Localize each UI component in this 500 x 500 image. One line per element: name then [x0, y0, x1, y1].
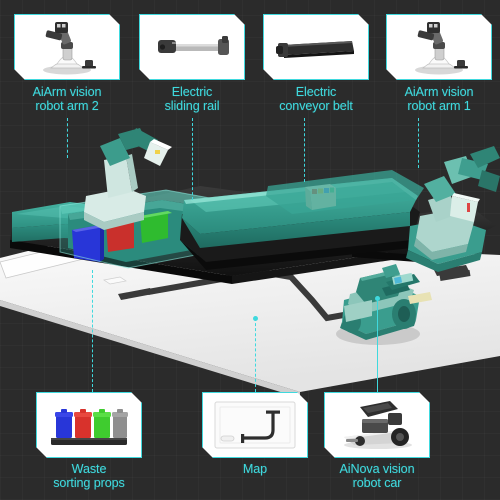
leader-line-bottom-2: [253, 316, 259, 392]
leader-line-top-3: [304, 118, 305, 182]
waste-bins-thumb: [43, 400, 135, 450]
leader-line-top-4: [418, 118, 419, 168]
caption-electric-conveyor-belt: Electric conveyor belt: [279, 85, 353, 114]
callout-card-electric-sliding-rail[interactable]: [139, 14, 245, 80]
robot-car-thumb: [332, 397, 422, 453]
caption-aiarm-vision-robot-arm-2: AiArm vision robot arm 2: [32, 85, 102, 114]
caption-map: Map: [242, 462, 268, 476]
robot-arm-thumb: [27, 18, 107, 76]
callout-card-electric-conveyor-belt[interactable]: [263, 14, 369, 80]
leader-line-bottom-3: [375, 296, 381, 392]
leader-line-top-2: [192, 118, 193, 200]
product-diagram: AiArm vision robot arm 2 Electric slidin…: [0, 0, 500, 500]
robot-arm-1: [406, 146, 500, 272]
caption-ainova-vision-robot-car: AiNova vision robot car: [339, 462, 415, 491]
callout-card-ainova-vision-robot-car[interactable]: [324, 392, 430, 458]
callout-card-aiarm-vision-robot-arm-1[interactable]: [386, 14, 492, 80]
callout-card-aiarm-vision-robot-arm-2[interactable]: [14, 14, 120, 80]
callout-card-waste-sorting-props[interactable]: [36, 392, 142, 458]
caption-waste-sorting-props: Waste sorting props: [53, 462, 125, 491]
sliding-rail-thumb: [148, 27, 236, 67]
map-thumb: [209, 398, 301, 452]
robot-arm-thumb: [399, 18, 479, 76]
leader-line-bottom-1: [92, 270, 93, 392]
caption-aiarm-vision-robot-arm-1: AiArm vision robot arm 1: [404, 85, 474, 114]
conveyor-belt-thumb: [272, 27, 360, 67]
caption-electric-sliding-rail: Electric sliding rail: [164, 85, 220, 114]
callout-card-map[interactable]: [202, 392, 308, 458]
leader-line-top-1: [67, 118, 68, 158]
